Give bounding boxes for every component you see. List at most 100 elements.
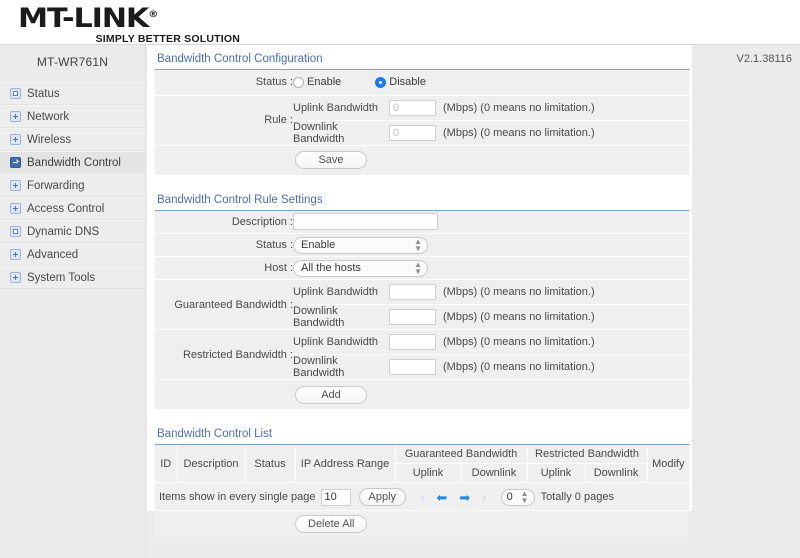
sidebar-item-access-control[interactable]: Access Control <box>0 197 145 220</box>
add-button[interactable]: Add <box>295 385 367 404</box>
last-page-chevron-icon[interactable]: › <box>482 491 486 504</box>
rule-guaranteed-uplink-unit-note: (Mbps) (0 means no limitation.) <box>443 286 595 298</box>
rule-description-input[interactable] <box>293 213 438 231</box>
col-header-restricted-bandwidth: Restricted Bandwidth <box>527 445 648 464</box>
rule-button-row: Add <box>155 380 689 410</box>
items-per-page-input[interactable] <box>320 488 351 506</box>
sidebar-item-label: Forwarding <box>27 179 85 192</box>
rule-guaranteed-downlink-input[interactable] <box>389 309 436 325</box>
sidebar-item-advanced[interactable]: Advanced <box>0 243 145 266</box>
next-page-arrow-icon[interactable]: ➡ <box>459 491 470 504</box>
rule-description-row: Description : <box>155 210 689 234</box>
col-header-status: Status <box>245 445 296 483</box>
sidebar-item-label: System Tools <box>27 271 96 284</box>
sidebar-item-system-tools[interactable]: System Tools <box>0 266 145 289</box>
config-downlink-label: Downlink Bandwidth <box>293 120 345 145</box>
prev-page-arrow-icon[interactable]: ⬅ <box>436 491 447 504</box>
bandwidth-control-list-table: ID Description Status IP Address Range G… <box>155 445 690 483</box>
rule-guaranteed-downlink-label: Downlink Bandwidth <box>293 305 345 329</box>
col-header-id: ID <box>155 445 178 483</box>
app-header: MT-LINK® SIMPLY BETTER SOLUTION <box>0 0 800 45</box>
square-page-icon <box>10 226 21 237</box>
logo-wordmark: MT-LINK® <box>18 2 276 32</box>
pagination-bar: Items show in every single page Apply ‹ … <box>155 483 689 511</box>
col-header-guaranteed-bandwidth: Guaranteed Bandwidth <box>395 445 528 464</box>
delete-all-button[interactable]: Delete All <box>295 515 368 533</box>
config-uplink-unit-note: (Mbps) (0 means no limitation.) <box>443 101 595 114</box>
logo-text: MT-LINK <box>18 3 149 34</box>
config-uplink-label: Uplink Bandwidth <box>293 101 378 114</box>
apply-button[interactable]: Apply <box>358 488 407 506</box>
config-downlink-unit-note: (Mbps) (0 means no limitation.) <box>443 126 595 139</box>
sidebar-item-wireless[interactable]: Wireless <box>0 128 145 151</box>
table-header-group-row: ID Description Status IP Address Range G… <box>155 445 690 483</box>
rule-restricted-label: Restricted Bandwidth : <box>155 329 293 380</box>
sidebar-item-label: Wireless <box>27 133 72 146</box>
rule-guaranteed-uplink-input[interactable] <box>389 284 436 300</box>
rule-guaranteed-downlink-unit-note: (Mbps) (0 means no limitation.) <box>443 311 595 323</box>
sidebar-item-label: Advanced <box>27 248 79 261</box>
rule-restricted-uplink-input[interactable] <box>389 334 436 350</box>
sidebar-item-dynamic-dns[interactable]: Dynamic DNS <box>0 220 145 243</box>
plus-expand-icon <box>10 134 21 145</box>
rule-restricted-downlink-unit-note: (Mbps) (0 means no limitation.) <box>443 361 595 373</box>
config-uplink-input[interactable] <box>389 99 436 116</box>
config-status-row: Status : Enable Disable <box>155 70 689 96</box>
total-pages-text: Totally 0 pages <box>540 491 614 503</box>
page-number-select[interactable]: 0 <box>500 488 535 506</box>
sidebar-item-status[interactable]: Status <box>0 82 145 105</box>
sidebar-item-label: Status <box>27 87 60 100</box>
config-rule-uplink-row: Rule : Uplink Bandwidth (Mbps) (0 means … <box>155 95 689 146</box>
plus-expand-icon <box>10 180 21 191</box>
sidebar-nav: Status Network Wireless Bandwidth Contro… <box>0 82 145 289</box>
col-header-restricted-downlink: Downlink <box>585 463 648 483</box>
sidebar-item-forwarding[interactable]: Forwarding <box>0 174 145 197</box>
config-downlink-input[interactable] <box>389 124 436 141</box>
plus-expand-icon <box>10 111 21 122</box>
square-page-icon <box>10 88 21 99</box>
rule-status-row: Status : Enable ▲ ▼ <box>155 233 689 257</box>
main-content: Bandwidth Control Configuration Status :… <box>147 45 692 537</box>
radio-option-enable[interactable]: Enable <box>293 76 341 88</box>
sidebar-item-label: Network <box>27 110 70 123</box>
rule-restricted-uplink-unit-note: (Mbps) (0 means no limitation.) <box>443 336 595 348</box>
rule-status-label: Status : <box>155 233 293 257</box>
save-button[interactable]: Save <box>295 151 367 169</box>
rule-status-select[interactable]: Enable <box>293 236 428 254</box>
first-page-chevron-icon[interactable]: ‹ <box>420 491 424 504</box>
items-per-page-label: Items show in every single page <box>159 491 316 503</box>
list-section-title: Bandwidth Control List <box>155 424 689 445</box>
sidebar-item-label: Access Control <box>27 202 105 215</box>
rule-restricted-downlink-input[interactable] <box>389 359 436 375</box>
radio-option-disable[interactable]: Disable <box>375 76 426 88</box>
col-header-description: Description <box>177 445 246 483</box>
rule-description-label: Description : <box>155 210 293 234</box>
config-rule-label: Rule : <box>155 95 293 146</box>
delete-all-row: Delete All <box>155 511 689 537</box>
sidebar-item-network[interactable]: Network <box>0 105 145 128</box>
radio-disable-label: Disable <box>389 76 426 89</box>
col-header-restricted-uplink: Uplink <box>527 463 586 483</box>
sidebar-item-label: Dynamic DNS <box>27 225 100 238</box>
rule-restricted-downlink-label: Downlink Bandwidth <box>293 355 345 379</box>
radio-enable-input[interactable] <box>293 76 304 88</box>
col-header-modify: Modify <box>647 445 690 483</box>
device-model-name: MT-WR761N <box>36 55 109 69</box>
plus-expand-icon <box>10 272 21 283</box>
rule-restricted-uplink-label: Uplink Bandwidth <box>293 336 378 348</box>
col-header-guaranteed-uplink: Uplink <box>395 463 462 483</box>
plus-expand-icon <box>10 249 21 260</box>
firmware-version: V2.1.38116 <box>736 53 792 65</box>
arrow-current-icon <box>10 157 21 168</box>
sidebar-item-bandwidth-control[interactable]: Bandwidth Control <box>0 151 145 174</box>
config-form: Status : Enable Disable Rule: Uplink Ba… <box>155 70 689 146</box>
radio-enable-label: Enable <box>307 76 342 89</box>
rule-guaranteed-uplink-label: Uplink Bandwidth <box>293 286 378 298</box>
rule-host-label: Host : <box>155 256 293 280</box>
sidebar: MT-WR761N Status Network Wireless Bandwi… <box>0 45 146 558</box>
rule-guaranteed-uplink-row: Guaranteed Bandwidth : Uplink Bandwidth … <box>155 279 689 330</box>
rule-restricted-uplink-row: Restricted Bandwidth : Uplink Bandwidth … <box>155 329 689 380</box>
rule-host-select[interactable]: All the hosts <box>293 259 428 277</box>
radio-disable-input[interactable] <box>375 76 387 88</box>
config-status-label: Status : <box>155 70 293 96</box>
